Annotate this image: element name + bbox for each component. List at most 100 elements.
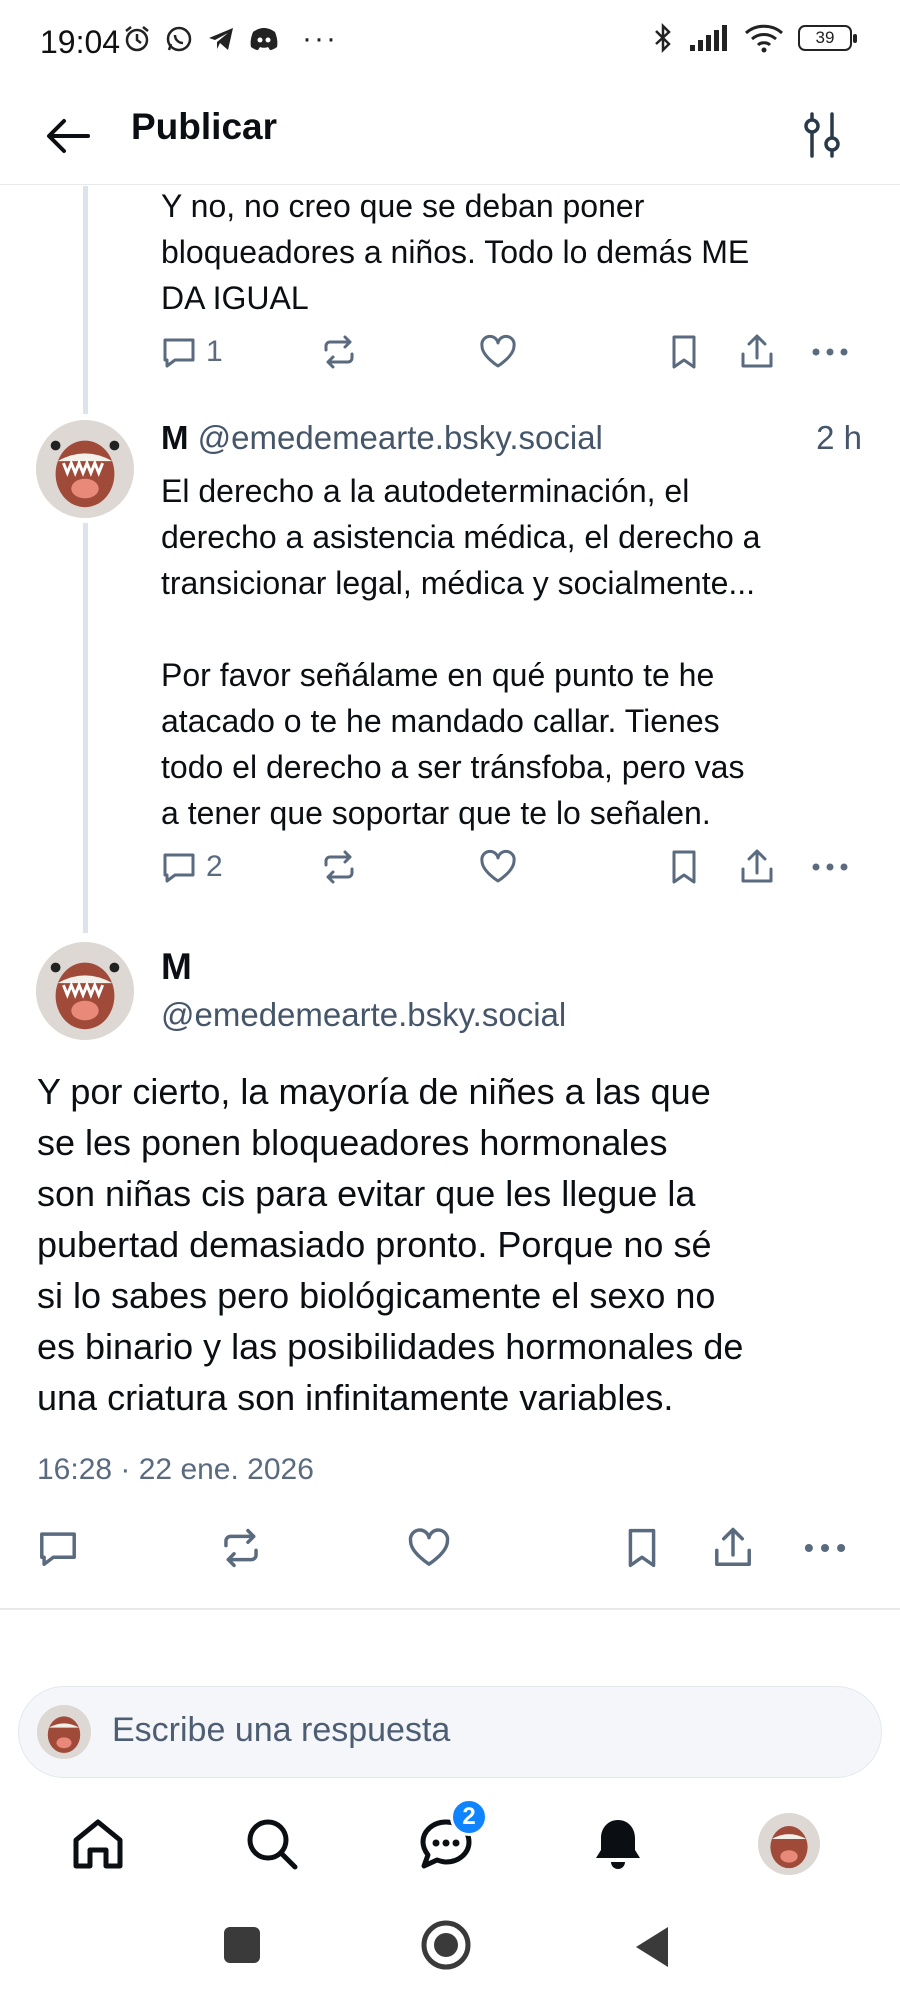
share-button[interactable] bbox=[738, 848, 776, 886]
text-line: a tener que soportar que te lo señalen. bbox=[161, 795, 711, 831]
comment-icon bbox=[163, 338, 195, 368]
notification-icons: ··· bbox=[122, 22, 338, 56]
bookmark-icon bbox=[672, 850, 696, 884]
repost-button[interactable] bbox=[320, 333, 358, 371]
nav-notifications[interactable] bbox=[582, 1808, 654, 1880]
more-options-button[interactable] bbox=[802, 1526, 848, 1570]
telegram-icon bbox=[209, 28, 233, 50]
text-line: bloqueadores a niños. Todo lo demás ME bbox=[161, 234, 750, 270]
like-button[interactable] bbox=[478, 848, 518, 886]
page-title: Publicar bbox=[131, 106, 277, 147]
more-options-button[interactable] bbox=[810, 848, 850, 886]
like-button[interactable] bbox=[478, 333, 518, 371]
unread-badge: 2 bbox=[450, 1798, 488, 1836]
text-line: una criatura son infinitamente variables… bbox=[37, 1377, 674, 1418]
divider bbox=[0, 1608, 900, 1610]
back-button[interactable] bbox=[632, 1925, 672, 1969]
thread-connector bbox=[83, 186, 88, 414]
reply-count: 2 bbox=[206, 850, 223, 883]
more-dots-icon bbox=[804, 1543, 846, 1553]
text-line: es binario y las posibilidades hormonale… bbox=[37, 1326, 744, 1367]
bookmark-button[interactable] bbox=[622, 1526, 662, 1570]
bluetooth-icon bbox=[655, 22, 671, 54]
share-button[interactable] bbox=[738, 333, 776, 371]
main-post-actions bbox=[36, 1526, 866, 1576]
heart-icon bbox=[480, 334, 516, 368]
bookmark-button[interactable] bbox=[667, 333, 701, 371]
more-notifications-icon: ··· bbox=[302, 22, 338, 55]
text-line: pubertad demasiado pronto. Porque no sé bbox=[37, 1224, 712, 1265]
repost-button[interactable] bbox=[320, 848, 358, 886]
text-line: atacado o te he mandado callar. Tienes bbox=[161, 703, 720, 739]
comment-icon bbox=[163, 853, 195, 883]
author-line: M @emedemearte.bsky.social bbox=[161, 419, 603, 457]
avatar bbox=[758, 1813, 820, 1875]
reply-post-text: El derecho a la autodeterminación, el de… bbox=[161, 468, 881, 836]
text-line bbox=[161, 606, 881, 652]
whatsapp-icon bbox=[166, 26, 192, 52]
text-line: todo el derecho a ser tránsfoba, pero va… bbox=[161, 749, 745, 785]
heart-icon bbox=[408, 1528, 450, 1566]
post-time-ago: 2 h bbox=[816, 419, 862, 456]
reply-composer[interactable]: Escribe una respuesta bbox=[18, 1686, 882, 1778]
nav-search[interactable] bbox=[236, 1808, 308, 1880]
avatar-image bbox=[36, 420, 134, 518]
text-line: Por favor señálame en qué punto te he bbox=[161, 657, 715, 693]
reply-count: 1 bbox=[206, 335, 223, 368]
text-line: son niñas cis para evitar que les llegue… bbox=[37, 1173, 696, 1214]
comment-icon bbox=[40, 1532, 76, 1566]
author-handle[interactable]: @emedemearte.bsky.social bbox=[198, 419, 603, 456]
nav-chat[interactable]: 2 bbox=[410, 1798, 488, 1880]
text-line: se les ponen bloqueadores hormonales bbox=[37, 1122, 668, 1163]
wifi-icon bbox=[744, 24, 784, 53]
system-icons: 39 bbox=[652, 22, 857, 54]
discord-icon bbox=[250, 28, 278, 50]
reply-placeholder: Escribe una respuesta bbox=[112, 1711, 451, 1749]
avatar bbox=[37, 1705, 91, 1759]
signal-icon bbox=[690, 25, 727, 51]
avatar[interactable] bbox=[36, 942, 134, 1040]
more-dots-icon bbox=[812, 348, 848, 356]
post-timestamp: 16:28 · 22 ene. 2026 bbox=[37, 1453, 314, 1486]
search-icon bbox=[247, 1819, 298, 1870]
post-actions: 1 bbox=[160, 333, 860, 383]
bookmark-icon bbox=[672, 335, 696, 369]
home-icon bbox=[73, 1819, 123, 1869]
text-line: si lo sabes pero biológicamente el sexo … bbox=[37, 1275, 716, 1316]
text-line: DA IGUAL bbox=[161, 280, 309, 316]
more-options-button[interactable] bbox=[810, 333, 850, 371]
recents-button[interactable] bbox=[222, 1925, 262, 1965]
nav-profile[interactable] bbox=[753, 1808, 825, 1880]
reply-button[interactable]: 2 bbox=[160, 848, 223, 886]
reply-button[interactable]: 1 bbox=[160, 333, 223, 371]
like-button[interactable] bbox=[406, 1526, 452, 1570]
share-icon bbox=[741, 849, 773, 883]
thread-settings-icon[interactable] bbox=[800, 108, 844, 162]
more-dots-icon bbox=[812, 863, 848, 871]
avatar-image bbox=[37, 1705, 91, 1759]
status-time: 19:04 bbox=[40, 24, 121, 60]
share-button[interactable] bbox=[711, 1526, 755, 1570]
bell-icon bbox=[596, 1820, 640, 1869]
text-line: Y no, no creo que se deban poner bbox=[161, 188, 645, 224]
bookmark-button[interactable] bbox=[667, 848, 701, 886]
avatar-image bbox=[758, 1813, 820, 1875]
author-name[interactable]: M bbox=[161, 946, 192, 988]
text-line: derecho a asistencia médica, el derecho … bbox=[161, 519, 761, 555]
heart-icon bbox=[480, 849, 516, 883]
back-arrow-icon[interactable] bbox=[42, 110, 94, 162]
post-actions: 2 bbox=[160, 848, 860, 898]
bookmark-icon bbox=[628, 1528, 656, 1568]
repost-button[interactable] bbox=[219, 1526, 263, 1570]
home-button[interactable] bbox=[420, 1919, 472, 1971]
author-name[interactable]: M bbox=[161, 419, 189, 456]
status-bar: 19:04 ··· 39 bbox=[0, 0, 900, 90]
thread-connector bbox=[83, 523, 88, 933]
reply-button[interactable] bbox=[36, 1526, 80, 1570]
alarm-icon bbox=[125, 26, 149, 52]
nav-home[interactable] bbox=[62, 1808, 134, 1880]
text-line: El derecho a la autodeterminación, el bbox=[161, 473, 690, 509]
avatar[interactable] bbox=[36, 420, 134, 518]
author-handle[interactable]: @emedemearte.bsky.social bbox=[161, 996, 566, 1034]
battery-icon: 39 bbox=[798, 25, 857, 51]
